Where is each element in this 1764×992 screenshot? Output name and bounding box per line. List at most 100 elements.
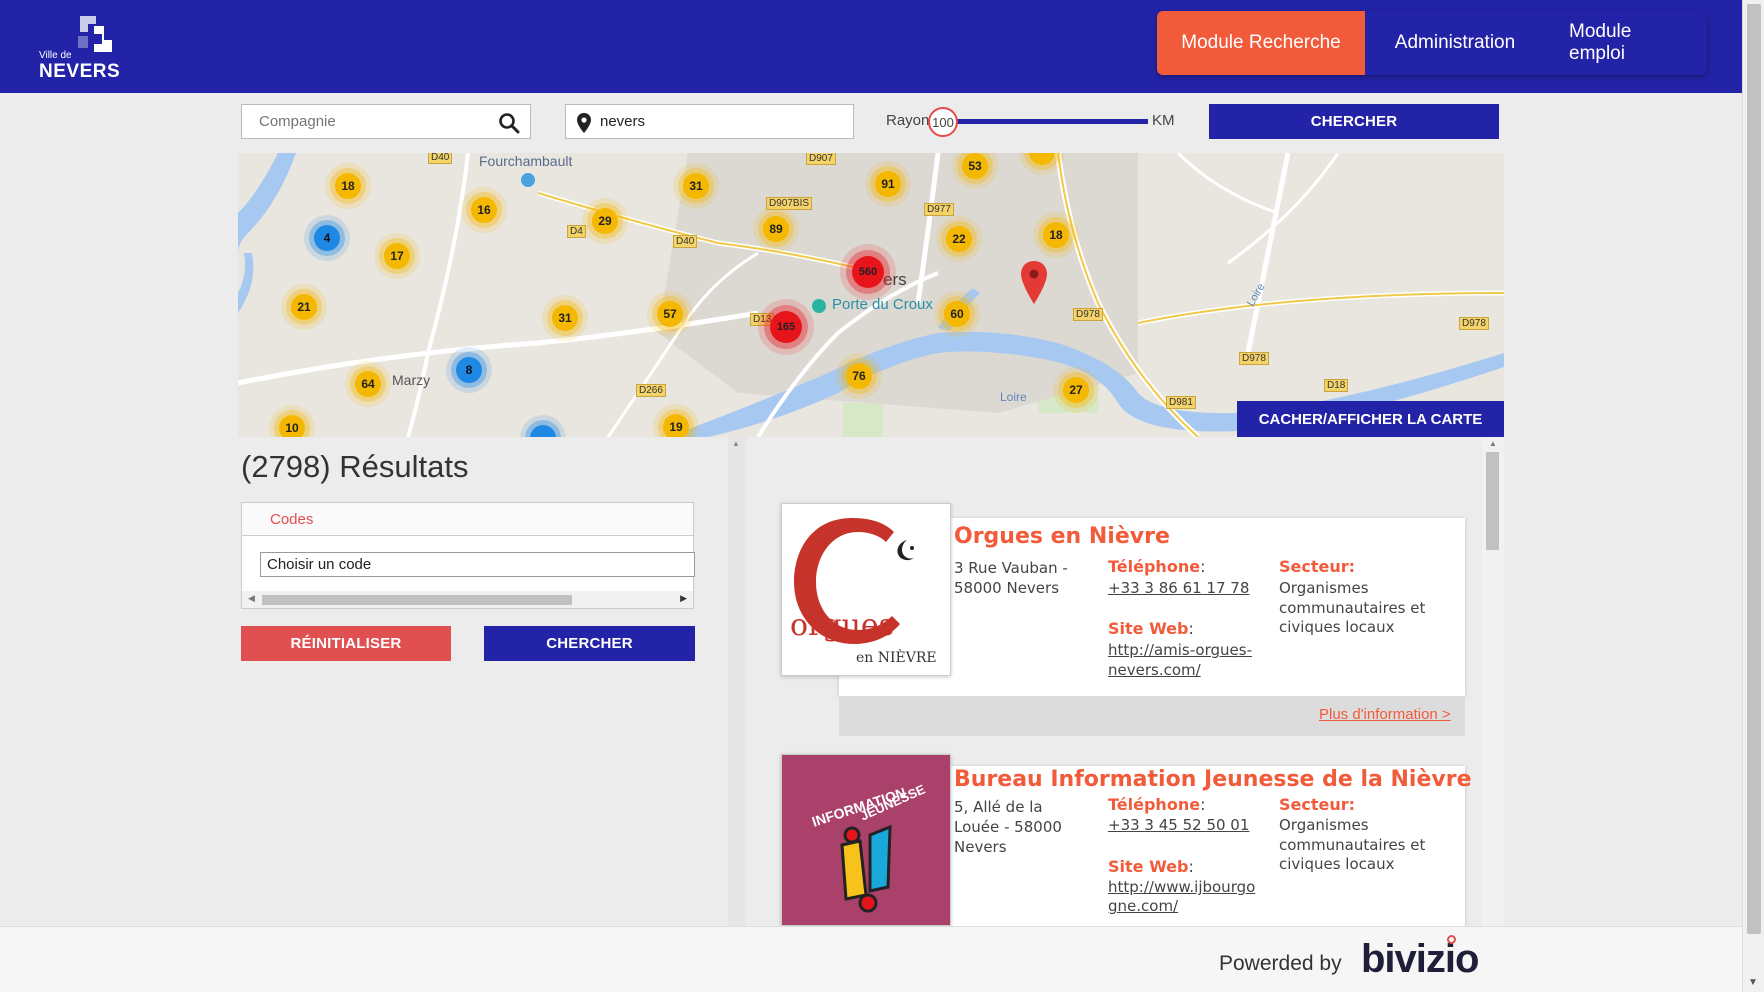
cluster-marker[interactable]: 31 (552, 305, 578, 331)
result-card-1-phone-label: Téléphone: (1108, 557, 1206, 576)
result-card-1-address-line-1: 3 Rue Vauban - (954, 559, 1068, 577)
cluster-marker[interactable]: 64 (355, 371, 381, 397)
page-scrollbar[interactable]: ▼ (1742, 0, 1764, 992)
page-scrollbar-thumb[interactable] (1747, 4, 1761, 934)
result-card-1-phone[interactable]: +33 3 86 61 17 78 (1108, 578, 1249, 598)
map-base (238, 153, 1504, 437)
scroll-down-icon[interactable]: ▼ (1748, 977, 1758, 988)
radius-slider-track[interactable] (942, 119, 1148, 124)
scroll-up-icon[interactable]: ▲ (1489, 439, 1497, 448)
cluster-marker[interactable]: 31 (683, 173, 709, 199)
nav-module-recherche[interactable]: Module Recherche (1157, 11, 1365, 75)
results-title: (2798) Résultats (241, 449, 469, 484)
cluster-marker[interactable]: 57 (657, 301, 683, 327)
codes-select[interactable]: Choisir un code (260, 552, 695, 577)
cluster-count: 64 (361, 377, 375, 391)
cluster-marker[interactable]: 17 (384, 243, 410, 269)
cluster-marker[interactable]: 19 (663, 414, 689, 437)
cluster-marker[interactable]: 22 (946, 226, 972, 252)
cluster-marker[interactable]: 560 (852, 256, 884, 288)
result-card-1-sector-line-1: Organismes (1279, 579, 1369, 597)
radius-unit: KM (1152, 112, 1175, 129)
result-card-2-address-line-3: Nevers (954, 838, 1007, 856)
map-poi-icon (521, 173, 535, 187)
scroll-up-icon[interactable]: ▲ (732, 439, 740, 448)
cluster-marker[interactable]: 89 (763, 216, 789, 242)
results-scrollbar-thumb[interactable] (1486, 452, 1499, 550)
header: Ville de NEVERS Module Recherche Adminis… (0, 0, 1742, 93)
map-location-pin-icon[interactable] (1019, 260, 1049, 311)
cluster-count: 165 (776, 321, 796, 333)
location-pin-icon (576, 112, 592, 139)
bivizio-logo[interactable]: bivizio (1361, 937, 1479, 982)
location-input[interactable] (600, 113, 840, 130)
result-card-2-web-line-2[interactable]: gne.com/ (1108, 896, 1178, 916)
map-place-porte-du-croux: Porte du Croux (832, 296, 933, 313)
nevers-logo-icon (78, 16, 112, 52)
radius-label: Rayon (886, 112, 930, 129)
cluster-marker[interactable]: 10 (279, 415, 305, 437)
codes-header: Codes (242, 503, 693, 536)
result-card-2-address-line-1: 5, Allé de la (954, 798, 1043, 816)
result-card-2-sector-line-3: civiques locaux (1279, 855, 1395, 873)
search-icon[interactable] (498, 112, 520, 139)
map-place-marzy: Marzy (392, 372, 431, 388)
result-card-1-web-line-1[interactable]: http://amis-orgues- (1108, 640, 1252, 660)
scroll-right-icon[interactable]: ▶ (680, 593, 687, 604)
result-card-1-web-line-2[interactable]: nevers.com/ (1108, 660, 1201, 680)
left-panel-scrollbar[interactable]: ▲ (728, 437, 746, 927)
map[interactable]: Fourchambault Porte du Croux Marzy ers L… (238, 153, 1504, 437)
phone-label-text: Téléphone (1108, 557, 1201, 576)
search-button[interactable]: CHERCHER (1209, 104, 1499, 139)
cluster-marker[interactable]: 91 (875, 171, 901, 197)
nav-module-emploi[interactable]: Module emploi (1545, 11, 1707, 75)
result-card-2-title[interactable]: Bureau Information Jeunesse de la Nièvre (954, 767, 1472, 792)
cluster-count: 19 (669, 420, 683, 434)
cluster-count: 4 (323, 231, 331, 245)
cluster-marker[interactable]: 76 (846, 363, 872, 389)
result-card-1-title[interactable]: Orgues en Nièvre (954, 524, 1170, 549)
cluster-marker[interactable]: 27 (1063, 377, 1089, 403)
cluster-marker[interactable]: 165 (770, 311, 802, 343)
cluster-marker[interactable]: 18 (335, 173, 361, 199)
results-scrollbar[interactable]: ▲ (1482, 437, 1504, 927)
toggle-map-button[interactable]: CACHER/AFFICHER LA CARTE (1237, 401, 1504, 437)
map-place-nevers: ers (883, 270, 907, 289)
codes-filter: Codes Choisir un code ◀ ▶ (241, 502, 695, 609)
result-card-2-phone[interactable]: +33 3 45 52 50 01 (1108, 815, 1249, 835)
cluster-marker[interactable]: 18 (1043, 222, 1069, 248)
orgues-logo-subtext: en NIÈVRE (856, 650, 937, 666)
company-search-input[interactable] (259, 113, 489, 130)
codes-horizontal-scrollbar[interactable]: ◀ ▶ (242, 591, 693, 608)
result-card-1-sector-line-2: communautaires et (1279, 599, 1426, 617)
logo-small-text: Ville de (39, 50, 72, 61)
radius-slider-handle[interactable]: 100 (928, 107, 958, 137)
cluster-marker[interactable]: 4 (314, 225, 340, 251)
result-card-1-more-link[interactable]: Plus d'information > (1319, 706, 1451, 723)
result-card-1-logo[interactable]: orgues en NIÈVRE (781, 503, 951, 676)
cluster-count: 18 (341, 179, 355, 193)
powered-by-text: Powerded by (1219, 952, 1342, 975)
map-place-fourchambault: Fourchambault (479, 153, 573, 169)
cluster-count: 60 (950, 307, 964, 321)
cluster-count: 53 (968, 159, 982, 173)
result-card-1-address-line-2: 58000 Nevers (954, 579, 1060, 597)
result-card-2-logo[interactable]: INFORMATION JEUNESSE (781, 754, 951, 926)
result-card-2-web-line-1[interactable]: http://www.ijbourgo (1108, 877, 1255, 897)
scroll-left-icon[interactable]: ◀ (248, 593, 255, 604)
codes-scrollbar-thumb[interactable] (262, 595, 572, 605)
cluster-marker[interactable]: 21 (291, 294, 317, 320)
cluster-count: 21 (297, 300, 311, 314)
cluster-marker[interactable]: 60 (944, 301, 970, 327)
road-label: D978 (1459, 317, 1489, 330)
cluster-marker[interactable]: 16 (471, 197, 497, 223)
bivizio-logo-dot-icon (1447, 935, 1456, 944)
filter-search-button[interactable]: CHERCHER (484, 626, 695, 661)
nav-administration[interactable]: Administration (1365, 11, 1545, 75)
cluster-marker[interactable]: 29 (592, 208, 618, 234)
logo[interactable]: Ville de NEVERS (36, 10, 131, 85)
location-search (565, 104, 854, 139)
cluster-marker[interactable]: 8 (456, 357, 482, 383)
cluster-marker[interactable]: 53 (962, 153, 988, 179)
reset-button[interactable]: RÉINITIALISER (241, 626, 451, 661)
